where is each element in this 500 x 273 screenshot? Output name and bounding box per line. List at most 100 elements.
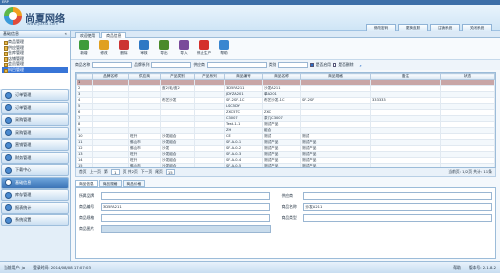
sidebar-menu-item[interactable]: 采购管理 [1,114,69,127]
menu-icon [5,166,12,174]
sidebar-menu-item[interactable]: 报表统计 [1,201,69,214]
window-title: ERP [2,0,9,4]
tab-detail-info[interactable]: 商品信息 [75,180,98,187]
brand-url: www.jiaxia.com [27,21,59,26]
page-size-select[interactable]: 15 [165,169,175,175]
sidebar: 基础信息 « 商品管理 供应管理 仓库管理 店铺管理 会员管理 科目管理 订单管… [0,31,71,261]
sidebar-menu-item[interactable]: 营销管理 [1,139,69,152]
filter-category-select[interactable] [278,62,309,68]
deleted-checkbox[interactable] [332,63,337,67]
toolbar-icon [119,40,129,50]
deleted-label: 是否删除 [338,62,354,67]
spec-field[interactable] [100,213,270,222]
toolbar-button-label: 新增 [80,51,88,55]
toolbar-button[interactable]: 导出 [155,40,173,57]
tab-product-info[interactable]: 商品信息 [101,32,127,38]
enabled-checkbox[interactable] [310,63,314,67]
app-header: 尚夏网络 www.jiaxia.com 修改密码 更换皮肤 注销系统 关闭系统 [0,5,500,32]
spec-label: 商品规格 [79,214,95,220]
menu-item-label: 营销管理 [15,142,32,148]
next-page-button[interactable]: 下一页 [141,169,152,175]
toolbar-icon [79,40,89,50]
brand-field[interactable] [100,191,270,200]
menu-icon [5,179,12,187]
menu-icon [5,204,12,212]
toolbar-button[interactable]: 帮助 [215,40,233,57]
filter-name-input[interactable] [92,62,133,68]
sidebar-menu-item[interactable]: 基础信息 [1,176,69,189]
enabled-label: 是否启用 [315,62,331,67]
toolbar-button[interactable]: 删除 [115,40,133,57]
sidebar-menu-item[interactable]: 库存管理 [1,189,69,202]
detail-panel: 所属品牌 供应商 商品编号 3D5FA211 商品名称 沙发A211 商品规格 … [75,187,496,259]
filter-name-label: 商品名称 [75,62,91,67]
menu-icon [5,216,12,224]
filter-type-label: 品牌系列 [134,62,150,67]
tab-detail-price[interactable]: 商品价格 [122,180,146,187]
tab-detail-spec[interactable]: 商品规格 [98,180,122,187]
menu-icon [5,91,12,99]
toolbar-button[interactable]: 导入 [175,40,193,57]
menu-item-label: 采购管理 [15,117,32,123]
main-panel: 欢迎使用 商品信息 新增 修改 删除 审核 导出 导入 停止生产 帮助 商品名称 品牌系列 供… [71,31,500,261]
name-field[interactable]: 沙发A211 [303,202,492,211]
supplier-label: 供应商 [281,192,293,198]
toolbar-button[interactable]: 修改 [95,40,113,57]
toolbar-button-label: 导入 [180,51,188,55]
toolbar-icon [219,40,229,50]
toolbar-button[interactable]: 审核 [135,40,153,57]
toolbar-button-label: 审核 [140,51,148,55]
sidebar-tree: 商品管理 供应管理 仓库管理 店铺管理 会员管理 科目管理 [0,38,70,89]
toolbar-icon [99,40,109,50]
menu-item-label: 财务管理 [15,154,32,160]
menu-item-label: 库存管理 [15,192,32,198]
menu-icon [5,129,12,137]
toolbar-button-label: 帮助 [220,51,228,55]
sidebar-menu-item[interactable]: 订单管理 [1,101,69,114]
sidebar-title: 基础信息 [3,31,19,36]
sidebar-menu-item[interactable]: 采购管理 [1,126,69,139]
menu-item-label: 报表统计 [15,204,32,210]
page-input[interactable]: 1 [110,169,120,175]
filter-supplier-select[interactable] [206,62,267,68]
toolbar-icon [159,40,169,50]
last-page-button[interactable]: 尾页 [155,169,163,175]
filter-type-select[interactable] [151,62,192,68]
toolbar-button[interactable]: 新增 [75,40,93,57]
toolbar-button-label: 删除 [120,51,128,55]
prev-page-button[interactable]: 上一页 [90,169,101,175]
sidebar-menu: 订单管理 订单管理 采购管理 采购管理 营销管理 财务管理 下载中心 基础信息 库存管理 报表统计… [0,89,70,227]
version-label: 版本号: 2.1.8.2 [468,264,496,270]
toolbar-button-label: 停止生产 [196,51,212,55]
help-link[interactable]: 帮助 [453,265,461,271]
pager-summary: 当前页: 1/2页 共计: 11条 [448,169,492,174]
tab-welcome[interactable]: 欢迎使用 [75,32,101,38]
product-grid: 品牌名称 供应商 产品类别 产品系列 商品编号 商品名称 商品规格 备注 状态 1 2 皮2/毛/皮… [75,72,496,168]
sidebar-menu-item[interactable]: 系统设置 [1,214,69,227]
name-label: 商品名称 [281,203,297,209]
grid-body: 1 2 皮2/毛/皮2 3D5FA211 沙发A211 3 JDYZA201 单A201 4 布艺… [76,79,495,167]
brand-logo-icon [4,7,22,25]
code-field[interactable]: 3D5FA211 [100,202,270,211]
filter-category-label: 类别 [268,62,277,67]
sidebar-header: 基础信息 « [0,31,70,38]
sidebar-menu-item[interactable]: 订单管理 [1,89,69,102]
search-icon[interactable]: ⌕ [360,63,362,68]
page-count: 页 共2页 [122,169,138,174]
picture-field[interactable] [101,224,271,233]
menu-item-label: 下载中心 [15,167,32,173]
collapse-icon[interactable]: « [65,31,67,37]
detail-tabs: 商品信息 商品规格 商品价格 [75,180,146,187]
detail-row: 商品规格 商品类型 [79,212,492,223]
toolbar-button[interactable]: 停止生产 [195,40,213,57]
tree-item-account[interactable]: 科目管理 [2,66,68,73]
sidebar-menu-item[interactable]: 下载中心 [1,164,69,177]
menu-item-label: 采购管理 [15,129,32,135]
sidebar-menu-item[interactable]: 财务管理 [1,151,69,164]
supplier-field[interactable] [303,191,492,200]
type-label: 商品类型 [281,214,297,220]
current-user: 当前用户: jo [4,264,26,270]
first-page-button[interactable]: 首页 [79,169,87,175]
type-field[interactable] [303,213,492,222]
detail-row: 商品编号 3D5FA211 商品名称 沙发A211 [79,201,492,212]
